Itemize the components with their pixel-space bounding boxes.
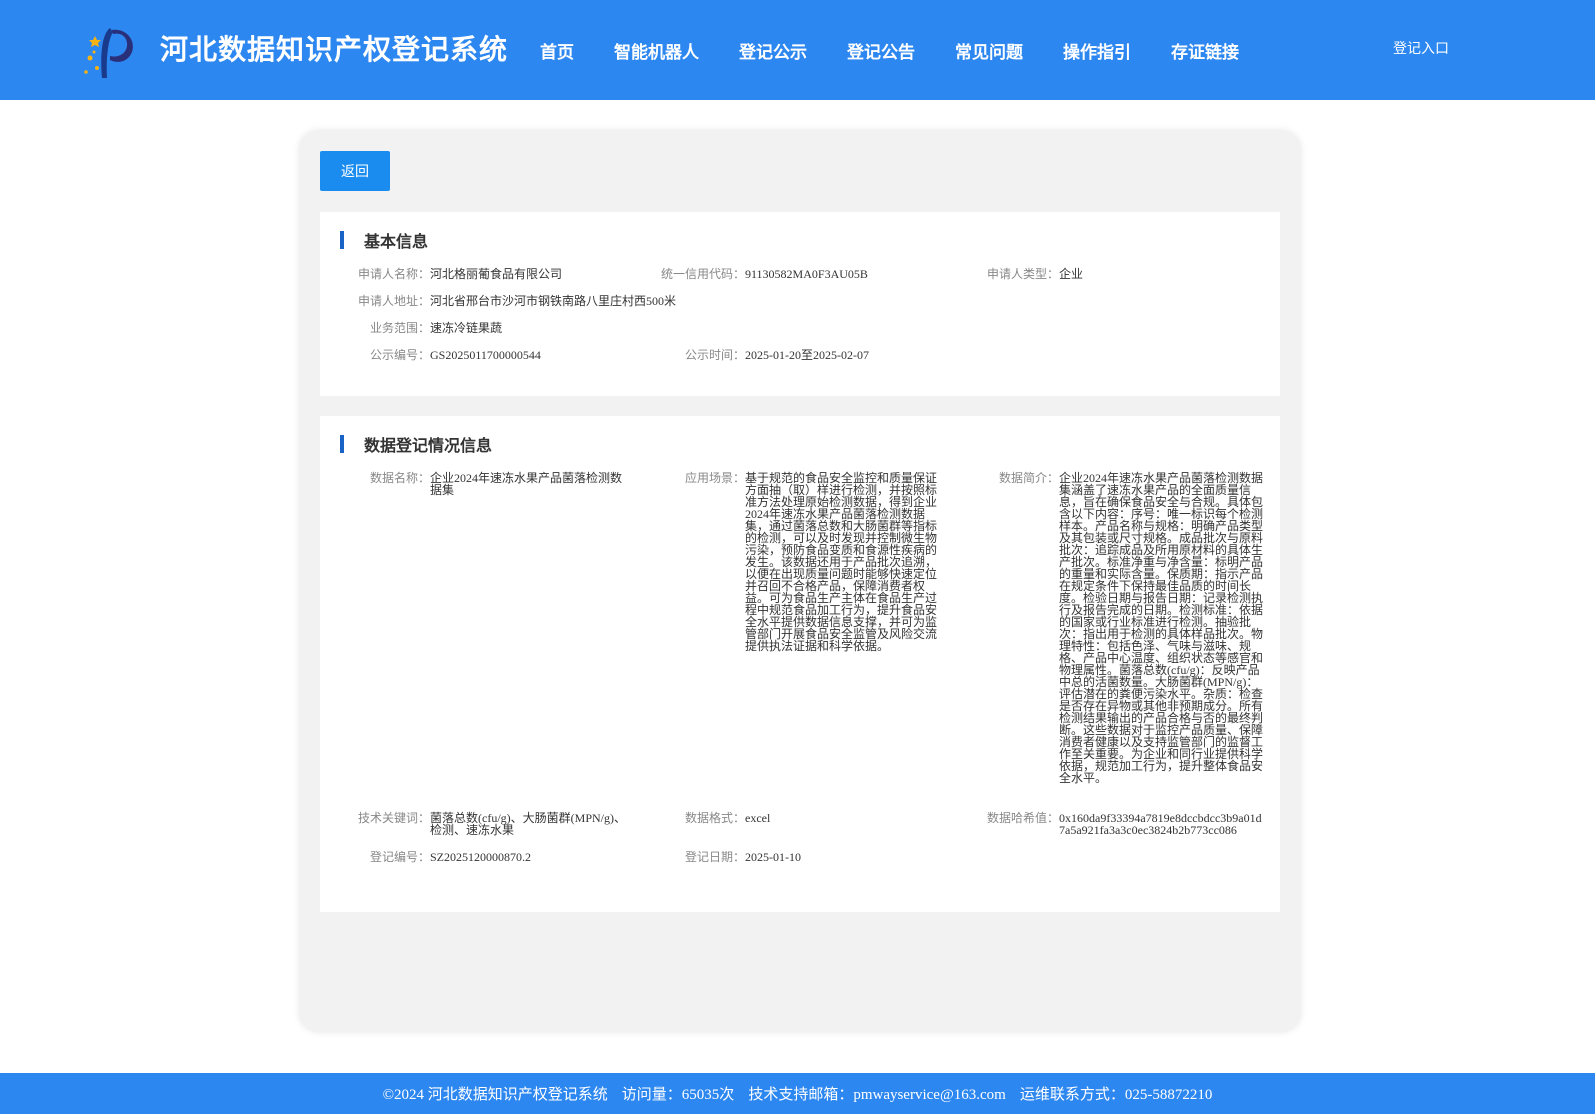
business-scope: 速冻冷链果蔬	[430, 321, 503, 335]
footer-email: 技术支持邮箱：pmwayservice@163.com	[748, 1087, 1006, 1103]
data-info-card: 数据登记情况信息 数据名称： 企业2024年速冻水果产品菌落检测数据集 应用场景…	[320, 416, 1280, 912]
applicant-name-field: 申请人名称： 河北格丽葡食品有限公司	[357, 267, 563, 281]
applicant-type-field: 申请人类型： 企业	[986, 267, 1084, 281]
keywords-field: 技术关键词： 菌落总数(cfu/g)、大肠菌群(MPN/g)、检测、速冻水果	[357, 811, 626, 837]
business-field: 业务范围： 速冻冷链果蔬	[369, 321, 503, 335]
login-link[interactable]: 登记入口	[1393, 38, 1449, 58]
address: 河北省邢台市沙河市钢铁南路八里庄村西500米	[430, 294, 677, 308]
credit-code-field: 统一信用代码： 91130582MA0F3AU05B	[660, 267, 868, 281]
address-field: 申请人地址： 河北省邢台市沙河市钢铁南路八里庄村西500米	[357, 294, 677, 308]
scene-field: 应用场景： 基于规范的食品安全监控和质量保证方面抽（取）样进行检测，并按照标准方…	[684, 471, 938, 653]
hash-field: 数据哈希值： 0x160da9f33394a7819e8dccbdcc3b9a0…	[986, 811, 1262, 837]
data-info-heading: 数据登记情况信息	[340, 434, 492, 455]
registration-no: SZ2025120000870.2	[430, 850, 532, 864]
detail-panel: 返回 基本信息 申请人名称： 河北格丽葡食品有限公司 统一信用代码： 91130…	[300, 131, 1300, 1031]
credit-code: 91130582MA0F3AU05B	[745, 267, 868, 281]
notice-no-field: 公示编号： GS2025011700000544	[369, 348, 541, 362]
back-button[interactable]: 返回	[320, 151, 390, 191]
notice-no: GS2025011700000544	[430, 348, 541, 362]
nav-evidence-link[interactable]: 存证链接	[1171, 38, 1239, 63]
data-format: excel	[745, 811, 771, 825]
data-name: 企业2024年速冻水果产品菌落检测数据集	[430, 471, 623, 497]
basic-info-card: 基本信息 申请人名称： 河北格丽葡食品有限公司 统一信用代码： 91130582…	[320, 212, 1280, 396]
nav-faq[interactable]: 常见问题	[955, 38, 1023, 63]
intro-field: 数据简介： 企业2024年速冻水果产品菌落检测数据集涵盖了速冻水果产品的全面质量…	[998, 471, 1264, 785]
data-name-field: 数据名称： 企业2024年速冻水果产品菌落检测数据集	[320, 472, 626, 496]
page-footer: ©2024 河北数据知识产权登记系统 访问量：65035次 技术支持邮箱：pmw…	[0, 1073, 1595, 1114]
nav-guide[interactable]: 操作指引	[1063, 38, 1131, 63]
nav-robot[interactable]: 智能机器人	[614, 38, 699, 63]
main-nav: 首页 智能机器人 登记公示 登记公告 常见问题 操作指引 存证链接	[520, 0, 1259, 100]
site-title: 河北数据知识产权登记系统	[160, 33, 509, 66]
footer-contact: 运维联系方式：025-58872210	[1019, 1087, 1213, 1103]
heading-bar	[340, 231, 344, 249]
top-header: 河北数据知识产权登记系统 首页 智能机器人 登记公示 登记公告 常见问题 操作指…	[0, 0, 1595, 100]
nav-public-notice[interactable]: 登记公示	[739, 38, 807, 63]
registration-date: 2025-01-10	[745, 850, 801, 864]
nav-home[interactable]: 首页	[540, 38, 574, 63]
tech-keywords: 菌落总数(cfu/g)、大肠菌群(MPN/g)、检测、速冻水果	[430, 811, 626, 837]
notice-time: 2025-01-20至2025-02-07	[745, 348, 869, 362]
applicant-name: 河北格丽葡食品有限公司	[430, 267, 563, 281]
basic-info-heading: 基本信息	[340, 230, 428, 251]
footer-copyright: ©2024 河北数据知识产权登记系统	[382, 1087, 608, 1103]
data-hash: 0x160da9f33394a7819e8dccbdcc3b9a01d7a5a9…	[1059, 811, 1262, 837]
format-field: 数据格式： excel	[684, 811, 771, 825]
notice-time-field: 公示时间： 2025-01-20至2025-02-07	[684, 348, 869, 362]
application-scene: 基于规范的食品安全监控和质量保证方面抽（取）样进行检测，并按照标准方法处理原始检…	[745, 471, 938, 653]
heading-bar	[340, 435, 344, 453]
reg-no-field: 登记编号： SZ2025120000870.2	[369, 850, 532, 864]
applicant-type: 企业	[1059, 267, 1084, 281]
footer-visits: 访问量：65035次	[621, 1087, 735, 1103]
nav-announcement[interactable]: 登记公告	[847, 38, 915, 63]
reg-date-field: 登记日期： 2025-01-10	[684, 850, 801, 864]
data-intro: 企业2024年速冻水果产品菌落检测数据集涵盖了速冻水果产品的全面质量信息，旨在确…	[1059, 471, 1264, 785]
logo-icon	[84, 28, 133, 78]
